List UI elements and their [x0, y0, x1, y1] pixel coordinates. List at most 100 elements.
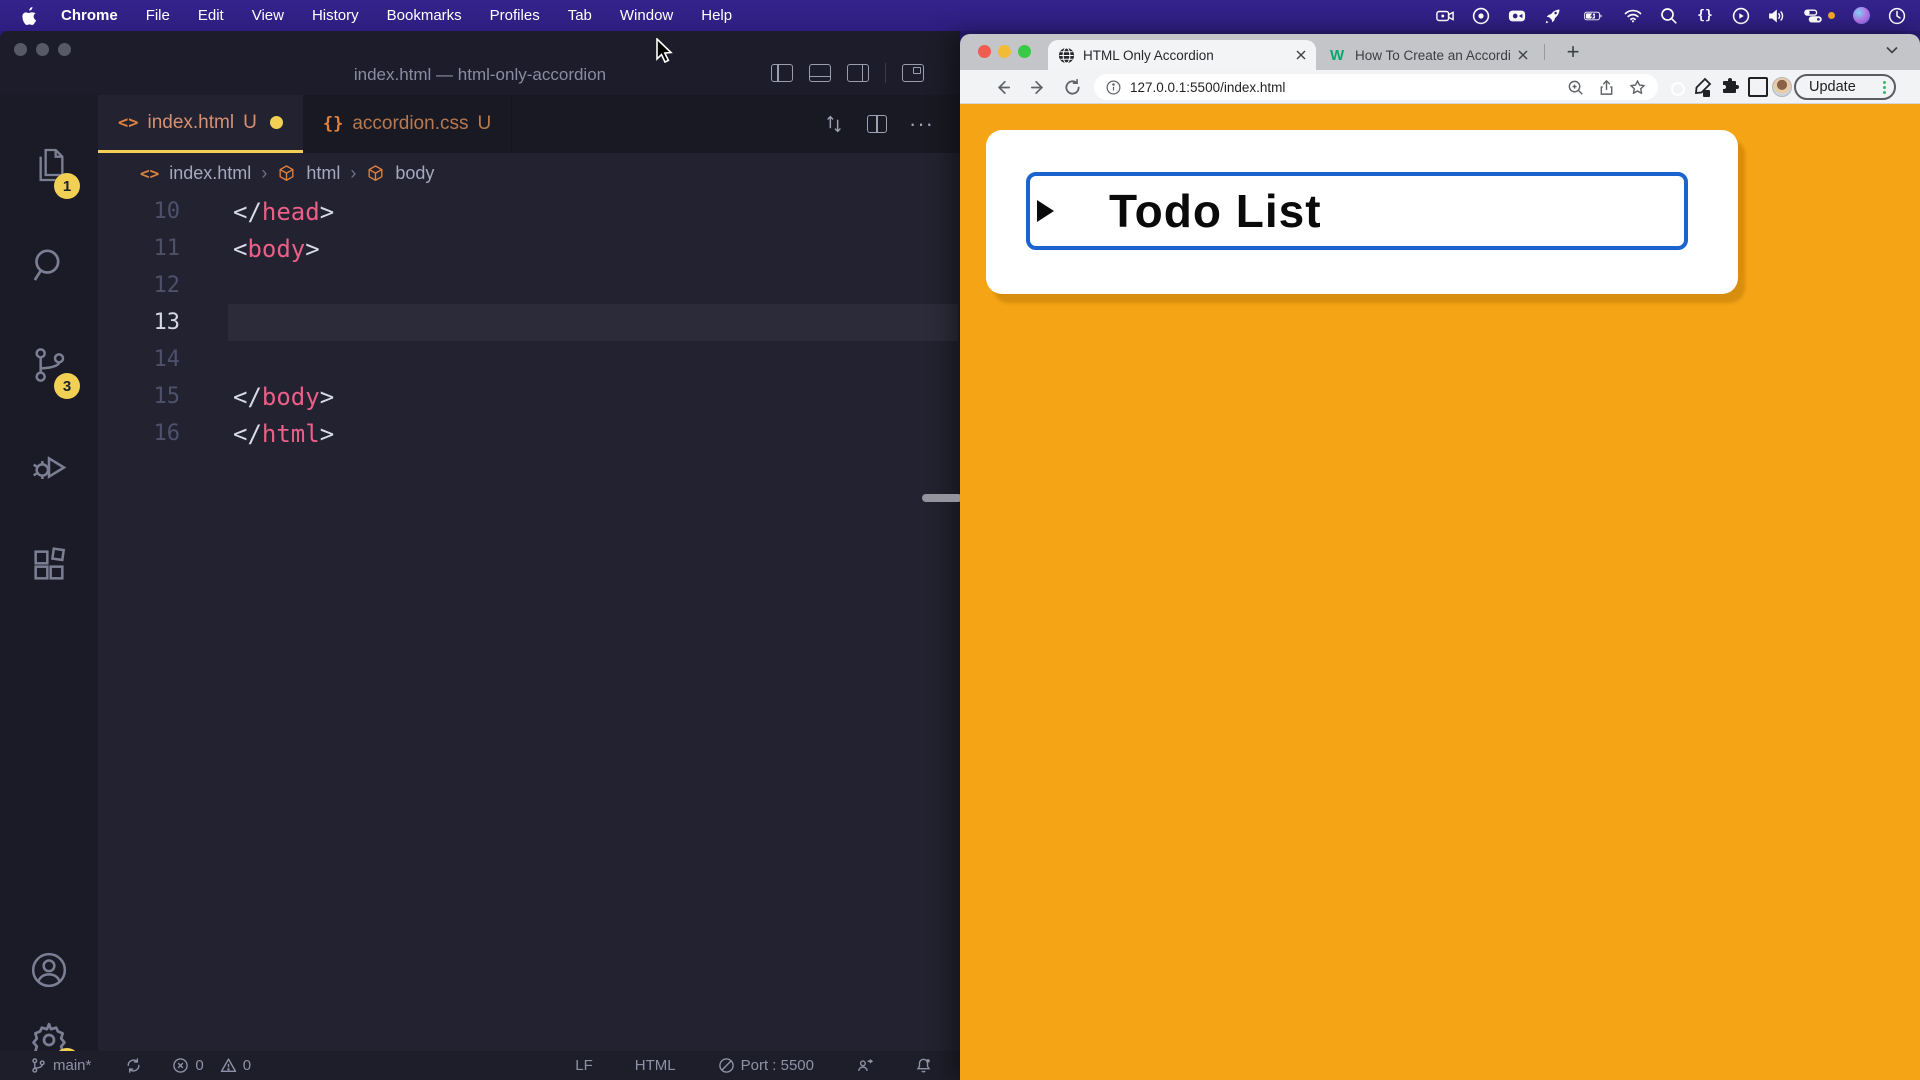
tab-accordion-css[interactable]: {} accordion.css U — [303, 95, 512, 153]
record-icon[interactable] — [1472, 7, 1490, 25]
explorer-icon[interactable] — [0, 135, 98, 195]
bookmark-star-icon[interactable] — [1629, 79, 1646, 96]
open-changes-icon[interactable] — [823, 113, 845, 135]
play-circle-icon[interactable] — [1732, 7, 1750, 25]
extensions-puzzle-icon[interactable] — [1720, 77, 1740, 97]
menu-item-view[interactable]: View — [252, 7, 284, 24]
close-window-button[interactable] — [14, 43, 27, 56]
site-info-icon[interactable] — [1106, 80, 1121, 95]
update-button[interactable]: Update — [1794, 74, 1896, 100]
extension-reader-icon[interactable] — [1748, 77, 1768, 97]
toggle-secondary-sidebar-icon[interactable] — [847, 64, 869, 82]
feedback-icon[interactable] — [856, 1057, 873, 1074]
video-call-icon[interactable] — [1508, 7, 1526, 25]
address-bar[interactable]: 127.0.0.1:5500/index.html — [1094, 74, 1658, 100]
eol-status[interactable]: LF — [575, 1057, 593, 1074]
tab-html-only-accordion[interactable]: HTML Only Accordion — [1048, 40, 1316, 70]
code-line-current[interactable]: 13 — [98, 304, 960, 341]
wifi-icon[interactable] — [1624, 7, 1642, 25]
breadcrumb: <> index.html › html › body — [98, 153, 960, 193]
breadcrumb-html[interactable]: html — [306, 163, 340, 184]
close-tab-icon[interactable] — [1518, 50, 1528, 60]
new-tab-button[interactable]: + — [1558, 37, 1588, 67]
tab-search-chevron-icon[interactable] — [1886, 46, 1898, 54]
html-file-icon: <> — [140, 164, 159, 183]
spotlight-search-icon[interactable] — [1660, 7, 1678, 25]
battery-icon[interactable] — [1580, 7, 1606, 25]
chrome-toolbar: 127.0.0.1:5500/index.html Update — [960, 70, 1920, 104]
zoom-window-button[interactable] — [58, 43, 71, 56]
minimize-window-button[interactable] — [998, 45, 1011, 58]
chrome-menu-dots-icon[interactable] — [1883, 81, 1886, 94]
details-marker-icon — [1037, 200, 1054, 222]
toggle-panel-icon[interactable] — [809, 64, 831, 82]
split-editor-icon[interactable] — [867, 115, 887, 133]
close-window-button[interactable] — [978, 45, 991, 58]
dirty-dot[interactable] — [270, 116, 283, 129]
clock-icon[interactable] — [1888, 7, 1906, 25]
control-center-icon[interactable] — [1804, 7, 1822, 25]
vscode-window: index.html — html-only-accordion 1 3 — [0, 31, 960, 1080]
tab-how-to-create-accordion[interactable]: W How To Create an Accordion — [1326, 40, 1532, 70]
menu-item-file[interactable]: File — [146, 7, 170, 24]
search-icon[interactable] — [0, 235, 98, 295]
git-branch-status[interactable]: main* — [30, 1057, 91, 1074]
sash-drag-handle[interactable] — [922, 494, 960, 502]
code-editor[interactable]: 10 </head> 11 <body> 12 13 14 15 </body>… — [98, 193, 960, 1051]
sync-icon[interactable] — [125, 1057, 142, 1074]
url-text[interactable]: 127.0.0.1:5500/index.html — [1130, 80, 1553, 95]
share-icon[interactable] — [1598, 79, 1615, 96]
accordion-summary[interactable]: Todo List — [1026, 172, 1688, 250]
minimize-window-button[interactable] — [36, 43, 49, 56]
reload-icon[interactable] — [1060, 75, 1084, 99]
screen-camera-icon[interactable] — [1436, 7, 1454, 25]
close-tab-icon[interactable] — [1296, 50, 1306, 60]
menu-app-name[interactable]: Chrome — [61, 7, 118, 24]
live-server-port-status[interactable]: Port : 5500 — [718, 1057, 814, 1074]
rocket-icon[interactable] — [1544, 7, 1562, 25]
more-actions-icon[interactable]: ··· — [909, 119, 934, 129]
menu-item-help[interactable]: Help — [701, 7, 732, 24]
code-line: 14 — [98, 341, 960, 378]
account-icon[interactable] — [0, 940, 98, 1000]
volume-icon[interactable] — [1768, 7, 1786, 25]
warnings-status[interactable]: 0 — [220, 1057, 251, 1074]
mouse-cursor — [655, 38, 677, 64]
status-bar: main* 0 0 LF HTML Port : 5500 — [0, 1051, 960, 1080]
w3schools-favicon: W — [1330, 47, 1347, 64]
menu-item-history[interactable]: History — [312, 7, 359, 24]
zoom-window-button[interactable] — [1018, 45, 1031, 58]
back-icon[interactable] — [990, 75, 1014, 99]
vscode-title-bar[interactable]: index.html — html-only-accordion — [0, 31, 960, 95]
menu-item-profiles[interactable]: Profiles — [490, 7, 540, 24]
notifications-bell-icon[interactable] — [915, 1057, 932, 1074]
tab-index-html[interactable]: <> index.html U — [98, 95, 303, 153]
language-status[interactable]: HTML — [635, 1057, 676, 1074]
chrome-tab-strip: HTML Only Accordion W How To Create an A… — [960, 34, 1920, 70]
menu-item-window[interactable]: Window — [620, 7, 673, 24]
profile-avatar[interactable] — [1772, 77, 1792, 97]
editor-tab-bar: <> index.html U {} accordion.css U ··· — [98, 95, 960, 153]
errors-status[interactable]: 0 — [172, 1057, 203, 1074]
breadcrumb-body[interactable]: body — [395, 163, 434, 184]
forward-icon[interactable] — [1026, 75, 1050, 99]
customize-layout-icon[interactable] — [902, 64, 924, 82]
apple-icon[interactable] — [22, 7, 37, 25]
tab-title: HTML Only Accordion — [1083, 48, 1288, 63]
toggle-primary-sidebar-icon[interactable] — [771, 64, 793, 82]
code-line: 15 </body> — [98, 378, 960, 415]
menu-item-bookmarks[interactable]: Bookmarks — [387, 7, 462, 24]
siri-icon[interactable] — [1853, 7, 1870, 24]
extension-eyedropper-icon[interactable] — [1692, 77, 1712, 97]
breadcrumb-file[interactable]: index.html — [169, 163, 251, 184]
menu-item-tab[interactable]: Tab — [568, 7, 592, 24]
tab-label: index.html — [147, 112, 234, 134]
code-line: 16 </html> — [98, 415, 960, 452]
menu-item-edit[interactable]: Edit — [198, 7, 224, 24]
code-line: 11 <body> — [98, 230, 960, 267]
braces-status-icon[interactable]: {} — [1696, 7, 1714, 25]
run-debug-icon[interactable] — [0, 435, 98, 495]
zoom-icon[interactable] — [1567, 79, 1584, 96]
source-control-icon[interactable] — [0, 335, 98, 395]
extensions-icon[interactable] — [0, 535, 98, 595]
